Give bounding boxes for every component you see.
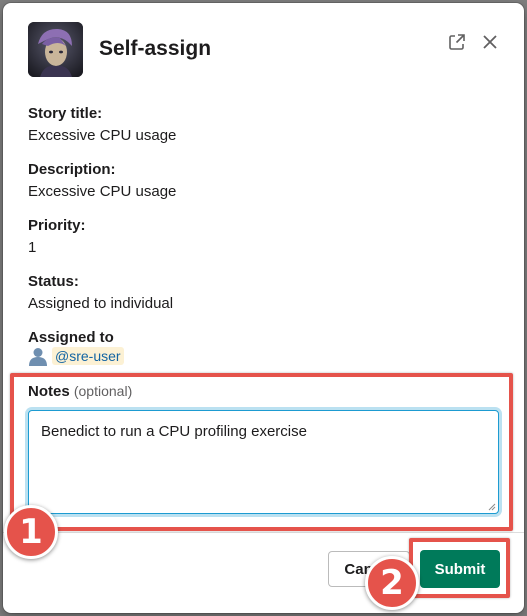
priority-label: Priority: [28, 217, 86, 234]
status-value: Assigned to individual [28, 295, 174, 312]
step-2-badge: 2 [365, 556, 419, 610]
priority-value: 1 [28, 239, 37, 256]
status-label: Status: [28, 273, 79, 290]
external-link-button[interactable] [444, 29, 470, 55]
app-avatar [28, 22, 83, 77]
user-mention[interactable]: @sre-user [52, 347, 124, 365]
step-1-badge: 1 [4, 505, 58, 559]
description-label: Description: [28, 161, 116, 178]
footer-divider [3, 532, 524, 533]
story-title-value: Excessive CPU usage [28, 127, 177, 144]
external-link-icon [449, 34, 465, 50]
assigned-user: @sre-user [28, 346, 124, 366]
assigned-to-label: Assigned to [28, 329, 114, 346]
notes-highlight-box [10, 373, 513, 531]
description-value: Excessive CPU usage [28, 183, 177, 200]
dialog-title: Self-assign [99, 37, 212, 60]
close-button[interactable] [477, 29, 503, 55]
story-title-label: Story title: [28, 105, 103, 122]
close-icon [483, 35, 497, 49]
user-icon [29, 348, 47, 366]
submit-highlight-box [409, 538, 510, 598]
